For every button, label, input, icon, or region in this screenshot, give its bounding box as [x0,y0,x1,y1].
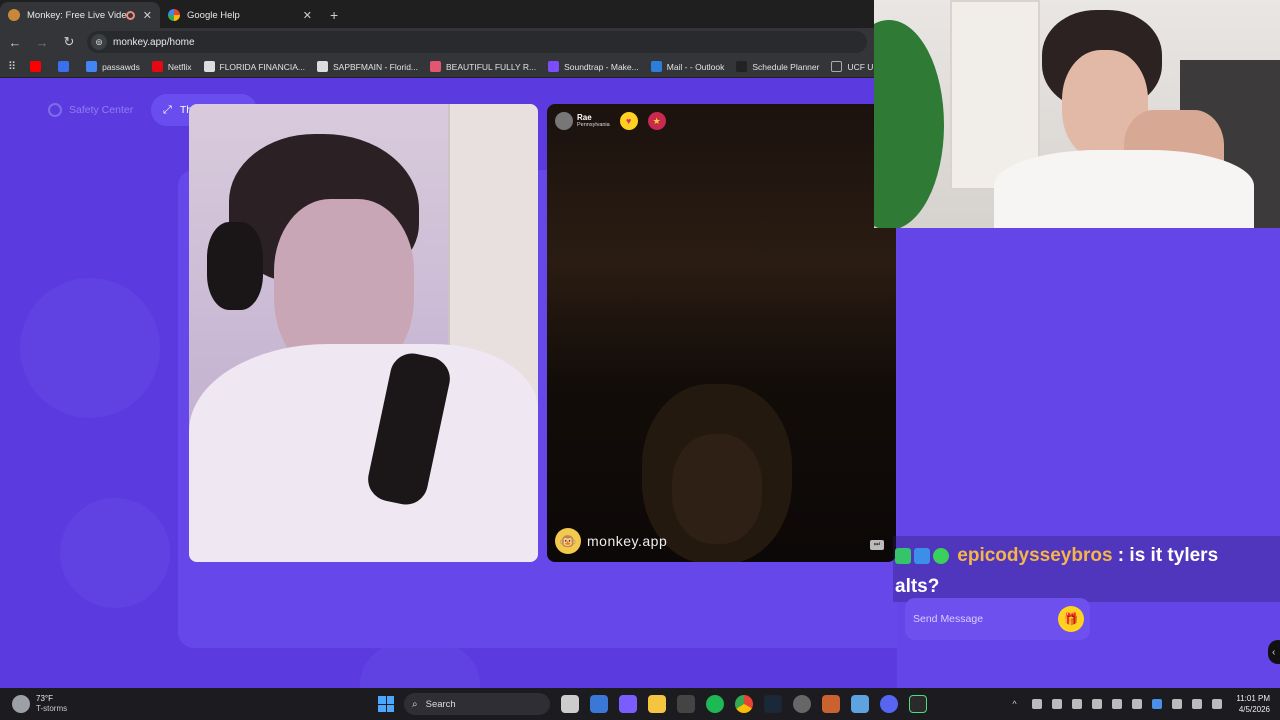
emote-icon [914,547,930,564]
terminal-icon[interactable] [909,695,927,713]
bluetooth-icon[interactable] [1152,699,1163,709]
close-tab-icon[interactable]: ✕ [303,9,312,22]
bookmark-youtube[interactable] [30,61,46,72]
back-arrow-icon[interactable]: ← [3,35,27,50]
tray-app-icon[interactable] [1072,699,1083,709]
file-explorer-icon[interactable] [648,695,666,713]
google-favicon-icon [168,9,180,21]
search-icon: ⌕ [412,698,418,710]
tab-google-help[interactable]: Google Help ✕ [160,2,320,28]
bookmark-netflix[interactable]: Netflix [151,61,192,72]
bookmark-schedule-planner[interactable]: Schedule Planner [736,61,819,72]
tray-app-icon[interactable] [1112,699,1123,709]
self-video [189,104,538,562]
tray-app-icon[interactable] [1052,699,1063,709]
chat-separator: : [1112,545,1130,566]
partner-location: Pennsylvania [577,122,610,128]
usb-icon[interactable] [1172,699,1183,709]
bookmark-beautiful[interactable]: BEAUTIFUL FULLY R... [430,61,536,72]
send-message-placeholder[interactable]: Send Message [913,613,1058,625]
volume-icon[interactable] [1212,699,1223,709]
tray-app-icon[interactable] [1032,699,1043,709]
taskbar-search-label: Search [425,698,456,710]
bookmark-soundtrap[interactable]: Soundtrap - Make... [548,61,639,72]
bookmark-outlook[interactable]: Mail - - Outlook [650,61,724,72]
taskbar-search[interactable]: ⌕ Search [404,693,550,715]
expand-icon: ⤢ [163,103,172,116]
chat-username: epicodysseybros [957,545,1113,566]
weather-condition: T-storms [36,704,68,713]
safety-center-button[interactable]: Safety Center [36,94,145,126]
collapse-chevron-icon[interactable]: ‹ [1268,640,1280,664]
spotify-icon[interactable] [706,695,724,713]
monkey-watermark: 🐵 monkey.app [555,528,667,554]
tab-title: Google Help [187,9,240,21]
apps-grid-icon[interactable]: ⠿ [8,60,16,73]
chevron-up-icon[interactable]: ^ [1012,699,1022,709]
send-message-input[interactable]: Send Message 🎁 [905,598,1090,640]
partner-video: Rae Pennsylvania ♥ ★ 🐵 monkey.app ⏭ [547,104,896,562]
store-icon[interactable] [590,695,608,713]
address-bar[interactable]: ⊚ monkey.app/home [87,31,867,53]
clock-date: 4/5/2026 [1238,705,1270,714]
gift-badge-icon[interactable]: ★ [647,112,666,130]
weather-widget[interactable]: 73°F T-storms [12,694,352,714]
steam-icon[interactable] [764,695,782,713]
heart-badge-icon[interactable]: ♥ [619,112,638,130]
weather-temperature: 73°F [36,694,53,703]
discord-icon[interactable] [880,695,898,713]
chrome-icon[interactable] [735,695,753,713]
clock-time: 11:01 PM [1236,694,1270,703]
task-view-icon[interactable] [561,695,579,713]
watermark-text: monkey.app [587,533,668,549]
windows-start-icon[interactable] [378,696,394,712]
app-icon[interactable] [851,695,869,713]
streamer-webcam-overlay [874,0,1280,228]
gift-icon[interactable]: 🎁 [1058,606,1084,632]
bookmark-2[interactable] [58,61,74,72]
new-tab-button[interactable]: + [320,2,348,28]
monkey-favicon-icon [8,9,20,21]
avatar[interactable] [555,112,573,130]
forward-arrow-icon[interactable]: → [30,35,54,50]
weather-storm-icon [12,695,30,713]
tray-app-icon[interactable] [1132,699,1143,709]
emote-icon [933,547,949,564]
partner-name: Rae [577,113,592,122]
chat-text: is it tylers [1129,545,1219,566]
site-info-icon[interactable]: ⊚ [91,34,107,50]
copilot-icon[interactable] [619,695,637,713]
emote-icon [895,547,911,564]
tab-title: Monkey: Free Live Video Ch [27,9,126,21]
app-icon[interactable] [822,695,840,713]
bookmark-florida-financial[interactable]: FLORIDA FINANCIA... [203,61,305,72]
partner-info[interactable]: Rae Pennsylvania ♥ ★ [555,112,666,130]
close-tab-icon[interactable]: ✕ [143,9,152,22]
epic-games-icon[interactable] [677,695,695,713]
chat-message: epicodysseybros : is it tylers alts? [893,536,1280,602]
system-tray: ^ 11:01 PM 4/5/2026 [1002,688,1270,720]
headset-icon [207,222,263,310]
tray-app-icon[interactable] [1092,699,1103,709]
bookmark-passawds[interactable]: passawds [86,61,140,72]
recording-icon [125,10,135,20]
wifi-icon[interactable] [1192,699,1203,709]
safety-center-label: Safety Center [69,104,134,116]
windows-taskbar: 73°F T-storms ⌕ Search ^ 11:01 PM 4/5/20… [0,688,1280,720]
bookmark-sapbfmain[interactable]: SAPBFMAIN - Florid... [317,61,418,72]
monkey-logo-icon: 🐵 [555,528,581,554]
tab-monkey[interactable]: Monkey: Free Live Video Ch ✕ [0,2,160,28]
skip-icon[interactable]: ⏭ [870,540,884,550]
shield-icon [48,103,62,117]
obs-icon[interactable] [793,695,811,713]
clock[interactable]: 11:01 PM 4/5/2026 [1236,693,1270,715]
url-text[interactable]: monkey.app/home [113,37,195,48]
reload-icon[interactable]: ↻ [57,34,81,50]
